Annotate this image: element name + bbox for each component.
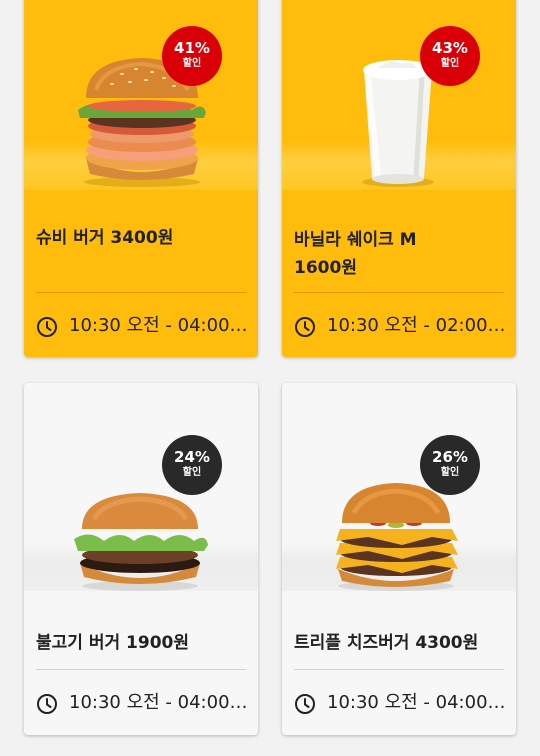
time-range-text: 10:30 오전 - 04:00 오후 bbox=[69, 315, 249, 336]
clock-icon bbox=[295, 694, 315, 714]
clock-icon bbox=[37, 317, 57, 337]
discount-label: 할인 bbox=[182, 467, 202, 478]
discount-percent: 41% bbox=[174, 39, 210, 57]
discount-percent: 26% bbox=[432, 448, 468, 466]
bulgogi-burger-image bbox=[74, 493, 208, 591]
product-title: 바닐라 쉐이크 M 1600원 bbox=[294, 230, 417, 278]
time-range: 10:30 오전 - 04:00 오후 bbox=[36, 314, 250, 338]
product-image bbox=[24, 383, 258, 593]
triple-cheeseburger-image bbox=[336, 483, 458, 591]
discount-percent: 43% bbox=[432, 39, 468, 57]
discount-badge: 24% 할인 bbox=[162, 435, 222, 495]
discount-badge: 43% 할인 bbox=[420, 26, 480, 86]
product-image bbox=[282, 0, 516, 190]
time-range-text: 10:30 오전 - 04:00 오후 bbox=[327, 692, 507, 713]
deal-card-shrimp-burger[interactable]: 41% 할인 슈비 버거 3400원 10:30 오전 - 04:00 오후 bbox=[24, 0, 258, 357]
divider bbox=[36, 669, 246, 670]
discount-label: 할인 bbox=[182, 58, 202, 69]
time-range: 10:30 오전 - 04:00 오후 bbox=[36, 691, 250, 715]
discount-label: 할인 bbox=[440, 58, 460, 69]
deal-card-vanilla-shake[interactable]: 43% 할인 바닐라 쉐이크 M 1600원 10:30 오전 - 02:00 … bbox=[282, 0, 516, 357]
discount-label: 할인 bbox=[440, 467, 460, 478]
time-range-text: 10:30 오전 - 04:00 오후 bbox=[69, 692, 249, 713]
time-range: 10:30 오전 - 04:00 오후 bbox=[294, 691, 508, 715]
product-title: 슈비 버거 3400원 bbox=[36, 228, 174, 248]
time-range: 10:30 오전 - 02:00 오후 bbox=[294, 314, 508, 338]
deal-card-triple-cheeseburger[interactable]: 26% 할인 트리플 치즈버거 4300원 10:30 오전 - 04:00 오… bbox=[282, 383, 516, 735]
discount-badge: 41% 할인 bbox=[162, 26, 222, 86]
deal-card-bulgogi-burger[interactable]: 24% 할인 불고기 버거 1900원 10:30 오전 - 04:00 오후 bbox=[24, 383, 258, 735]
divider bbox=[294, 292, 504, 293]
divider bbox=[294, 669, 504, 670]
discount-percent: 24% bbox=[174, 448, 210, 466]
divider bbox=[36, 292, 246, 293]
product-title: 불고기 버거 1900원 bbox=[36, 633, 189, 653]
discount-badge: 26% 할인 bbox=[420, 435, 480, 495]
product-image bbox=[282, 383, 516, 593]
clock-icon bbox=[295, 317, 315, 337]
clock-icon bbox=[37, 694, 57, 714]
product-title: 트리플 치즈버거 4300원 bbox=[294, 633, 479, 653]
vanilla-shake-image bbox=[362, 60, 434, 187]
time-range-text: 10:30 오전 - 02:00 오후 bbox=[327, 315, 507, 336]
product-image bbox=[24, 0, 258, 190]
shrimp-burger-image bbox=[78, 58, 206, 187]
